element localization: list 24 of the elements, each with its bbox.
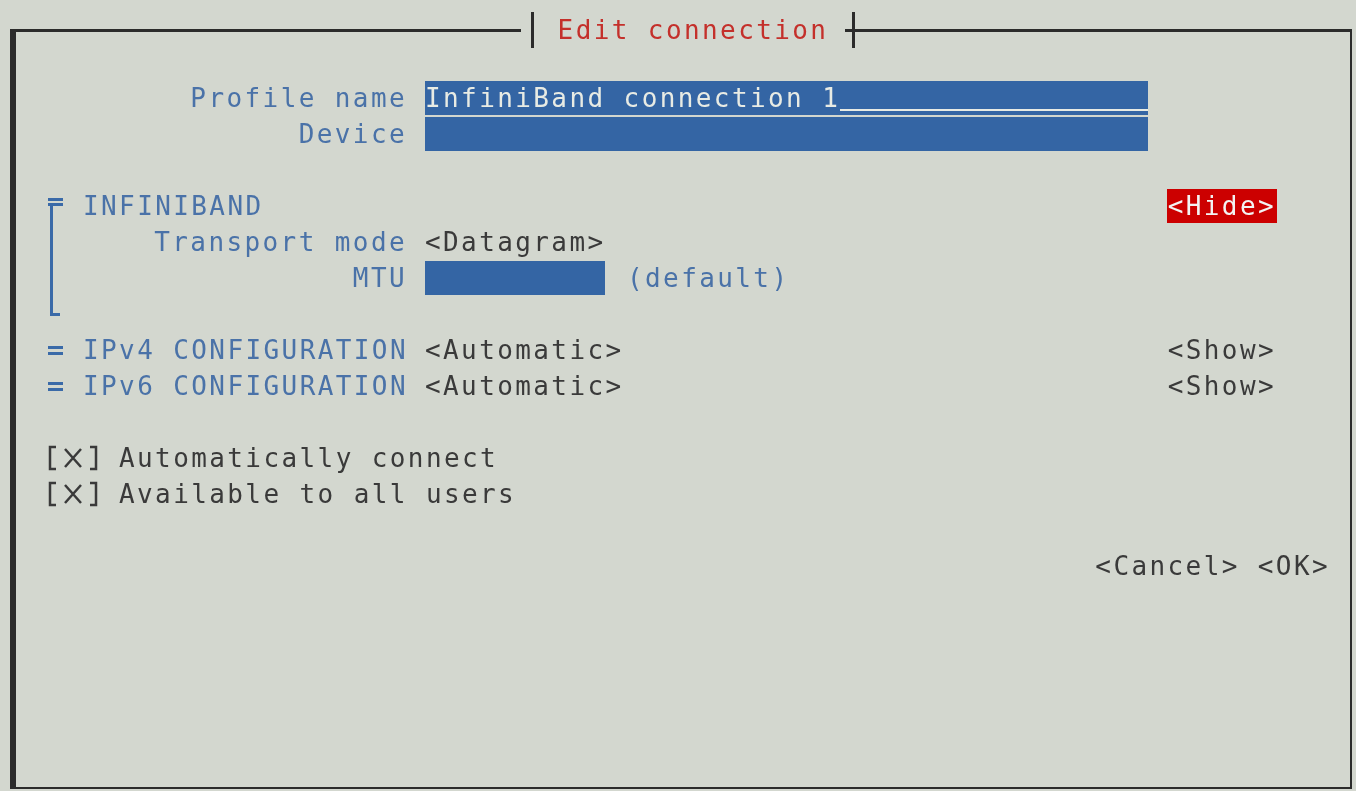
dropdown-button[interactable]: <Datagram>: [425, 227, 606, 257]
dialog-button[interactable]: <OK>: [1257, 551, 1330, 581]
section-title: IPv4 CONFIGURATION: [83, 335, 407, 365]
checkbox-label: Available to all users: [119, 479, 517, 509]
field-label: MTU: [351, 263, 407, 293]
dropdown-button[interactable]: <Automatic>: [425, 371, 624, 401]
toggle-button[interactable]: <Hide>: [1166, 189, 1277, 223]
dialog-button[interactable]: <Cancel>: [1095, 551, 1240, 581]
field-label: Profile name: [189, 83, 407, 113]
field-hint: (default): [627, 263, 790, 293]
checkbox-label: Automatically connect: [119, 443, 499, 473]
toggle-button[interactable]: <Show>: [1166, 333, 1277, 367]
field-label: Device: [297, 119, 407, 149]
checkbox[interactable]: [47, 444, 99, 472]
toggle-button[interactable]: <Show>: [1166, 369, 1277, 403]
field-label: Transport mode: [153, 227, 407, 257]
section-title: IPv6 CONFIGURATION: [83, 371, 407, 401]
text-field[interactable]: InfiniBand connection 1: [425, 81, 1148, 115]
text-field[interactable]: [425, 117, 1148, 151]
section-title: INFINIBAND: [83, 191, 265, 221]
text-field[interactable]: [425, 261, 605, 295]
dropdown-button[interactable]: <Automatic>: [425, 335, 624, 365]
checkbox[interactable]: [47, 480, 99, 508]
dialog-title: Edit connection: [530, 12, 856, 48]
